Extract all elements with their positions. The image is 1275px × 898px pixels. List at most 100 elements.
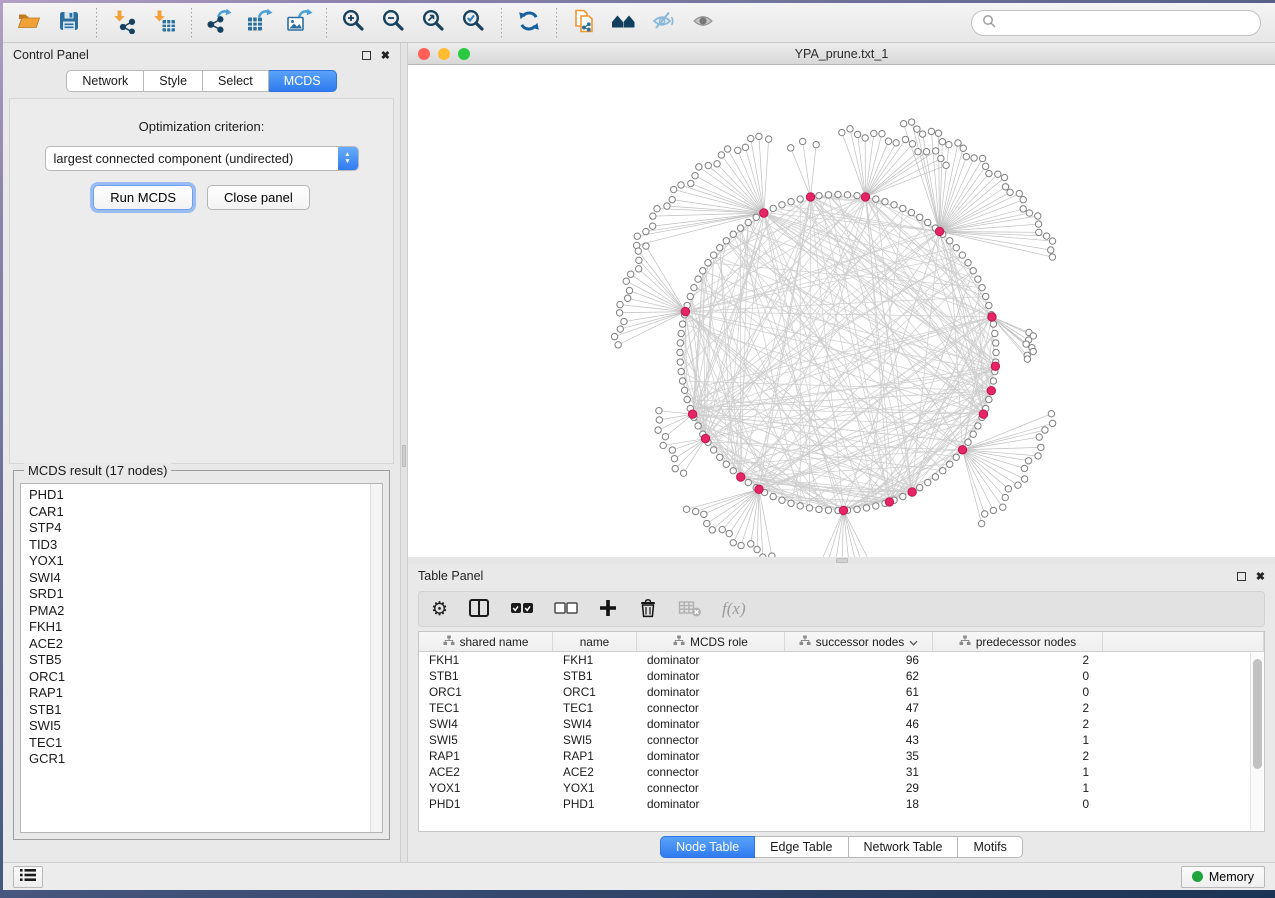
mcds-tab-content: Optimization criterion: largest connecte… [9, 98, 394, 464]
hide-selected-button[interactable] [644, 6, 684, 40]
table-row[interactable]: FKH1FKH1dominator962 [419, 652, 1264, 668]
show-all-icon [691, 8, 717, 37]
horizontal-splitter[interactable] [408, 557, 1275, 564]
column-header-mcds-role[interactable]: MCDS role [637, 632, 785, 652]
mcds-result-item[interactable]: STB1 [29, 702, 382, 719]
mcds-result-item[interactable]: SWI4 [29, 570, 382, 587]
table-row[interactable]: TEC1TEC1connector472 [419, 700, 1264, 716]
gear-button[interactable]: ⚙ [431, 595, 448, 623]
mcds-result-item[interactable]: FKH1 [29, 619, 382, 636]
function-builder-button[interactable]: f(x) [722, 595, 746, 623]
column-header-predecessor-nodes[interactable]: predecessor nodes [933, 632, 1103, 652]
table-row[interactable]: STB1STB1dominator620 [419, 668, 1264, 684]
table-row[interactable]: ORC1ORC1dominator610 [419, 684, 1264, 700]
table-row[interactable]: RAP1RAP1dominator352 [419, 748, 1264, 764]
minimize-window-icon[interactable] [438, 48, 450, 60]
mcds-result-item[interactable]: STB5 [29, 652, 382, 669]
mcds-result-item[interactable]: STP4 [29, 520, 382, 537]
splitter-grip[interactable] [836, 558, 848, 563]
delete-column-button[interactable] [638, 595, 658, 623]
mcds-result-item[interactable]: GCR1 [29, 751, 382, 768]
zoom-out-button[interactable] [374, 6, 414, 40]
mcds-result-item[interactable]: SWI5 [29, 718, 382, 735]
mcds-list-scrollbar[interactable] [370, 484, 382, 832]
add-column-button[interactable] [598, 595, 618, 623]
tab-network[interactable]: Network [66, 70, 144, 92]
mcds-result-item[interactable]: SRD1 [29, 586, 382, 603]
tab-style[interactable]: Style [144, 70, 203, 92]
mcds-result-item[interactable]: PMA2 [29, 603, 382, 620]
column-header-successor-nodes[interactable]: successor nodes [785, 632, 933, 652]
vertical-splitter[interactable] [400, 43, 408, 862]
tab-mcds[interactable]: MCDS [269, 70, 337, 92]
mcds-result-list[interactable]: PHD1CAR1STP4TID3YOX1SWI4SRD1PMA2FKH1ACE2… [20, 483, 383, 833]
task-history-button[interactable] [13, 866, 43, 888]
mcds-result-item[interactable]: ORC1 [29, 669, 382, 686]
tab-select[interactable]: Select [203, 70, 269, 92]
criterion-dropdown[interactable]: largest connected component (undirected)… [45, 146, 359, 171]
search-input[interactable] [1003, 16, 1250, 30]
column-panel-button[interactable] [468, 595, 490, 623]
network-canvas[interactable] [408, 65, 1275, 557]
memory-button[interactable]: Memory [1181, 866, 1265, 888]
table-scrollbar-thumb[interactable] [1253, 659, 1262, 769]
table-row[interactable]: SWI4SWI4dominator462 [419, 716, 1264, 732]
cell-predecessor-nodes: 2 [933, 652, 1103, 668]
dominator-node [755, 485, 763, 493]
column-header-name[interactable]: name [553, 632, 637, 652]
splitter-grip[interactable] [402, 445, 406, 467]
duplicate-network-button[interactable] [564, 6, 604, 40]
mcds-result-item[interactable]: ACE2 [29, 636, 382, 653]
column-header-shared-name[interactable]: shared name [419, 632, 553, 652]
tab-edge-table[interactable]: Edge Table [755, 836, 848, 858]
node-table: shared name name MCDS rolesuccessor nodesp… [418, 631, 1265, 832]
sort-desc-icon [909, 635, 918, 649]
dominator-node [681, 307, 689, 315]
mcds-result-item[interactable]: TEC1 [29, 735, 382, 752]
show-all-button[interactable] [684, 6, 724, 40]
select-all-button[interactable] [510, 595, 534, 623]
save-session-icon [56, 8, 82, 37]
close-panel-icon[interactable]: ✖ [381, 49, 390, 62]
table-row[interactable]: PHD1PHD1dominator180 [419, 796, 1264, 812]
refresh-button[interactable] [509, 6, 549, 40]
zoom-fit-button[interactable] [414, 6, 454, 40]
tab-motifs[interactable]: Motifs [958, 836, 1022, 858]
zoom-in-button[interactable] [334, 6, 374, 40]
table-row[interactable]: SWI5SWI5connector431 [419, 732, 1264, 748]
maximize-window-icon[interactable] [458, 48, 470, 60]
import-table-button[interactable] [144, 6, 184, 40]
tab-node-table[interactable]: Node Table [660, 836, 755, 858]
run-mcds-button[interactable]: Run MCDS [93, 185, 193, 210]
mcds-result-item[interactable]: YOX1 [29, 553, 382, 570]
export-image-button[interactable] [279, 6, 319, 40]
mcds-result-item[interactable]: RAP1 [29, 685, 382, 702]
duplicate-network-icon [571, 8, 597, 37]
mcds-result-item[interactable]: CAR1 [29, 504, 382, 521]
close-window-icon[interactable] [418, 48, 430, 60]
export-network-button[interactable] [199, 6, 239, 40]
delete-table-button[interactable] [678, 595, 702, 623]
cell-shared-name: SWI5 [419, 732, 553, 748]
tab-network-table[interactable]: Network Table [849, 836, 959, 858]
network-window-titlebar[interactable]: YPA_prune.txt_1 [408, 43, 1275, 65]
save-session-button[interactable] [49, 6, 89, 40]
table-row[interactable]: ACE2ACE2connector311 [419, 764, 1264, 780]
deselect-all-button[interactable] [554, 595, 578, 623]
mcds-result-item[interactable]: TID3 [29, 537, 382, 554]
export-table-button[interactable] [239, 6, 279, 40]
float-panel-icon[interactable] [362, 51, 371, 60]
cell-predecessor-nodes: 2 [933, 716, 1103, 732]
zoom-selected-button[interactable] [454, 6, 494, 40]
open-file-button[interactable] [9, 6, 49, 40]
first-neighbors-button[interactable] [604, 6, 644, 40]
float-panel-icon[interactable] [1237, 572, 1246, 581]
close-panel-icon[interactable]: ✖ [1256, 570, 1265, 583]
close-panel-button[interactable]: Close panel [207, 185, 310, 210]
column-label: name [580, 635, 610, 649]
import-network-button[interactable] [104, 6, 144, 40]
export-table-icon [245, 8, 273, 37]
table-scrollbar[interactable] [1250, 653, 1263, 830]
table-row[interactable]: YOX1YOX1connector291 [419, 780, 1264, 796]
mcds-result-item[interactable]: PHD1 [29, 487, 382, 504]
